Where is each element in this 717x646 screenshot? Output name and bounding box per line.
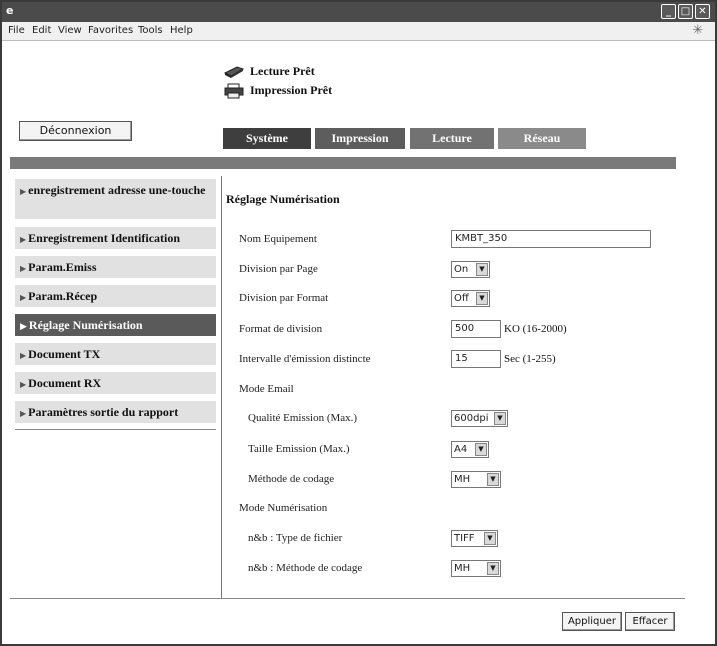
scan-mode-heading: Mode Numérisation [239,502,328,514]
chevron-down-icon[interactable]: ▼ [494,412,506,425]
email-quality-value: 600dpi [454,413,489,424]
menu-bar: File Edit View Favorites Tools Help ✳ [2,22,715,41]
sidebar-item-label: Document RX [28,376,102,390]
tab-reseau[interactable]: Réseau [498,128,586,149]
bw-coding-label: n&b : Méthode de codage [248,562,363,574]
split-format-value: Off [454,293,469,304]
tab-systeme[interactable]: Système [223,128,311,149]
email-coding-label: Méthode de codage [248,473,335,485]
device-name-input[interactable]: KMBT_350 [451,230,651,248]
sidebar-item-label: Param.Emiss [28,260,97,274]
browser-app-icon: e [6,4,14,17]
email-size-select[interactable]: A4 ▼ [451,441,489,458]
sidebar-item-label: Paramètres sortie du rapport [28,405,179,419]
menu-tools[interactable]: Tools [138,25,163,36]
split-page-select[interactable]: On ▼ [451,261,490,278]
footer-divider [10,598,685,599]
sidebar-item-param-recep[interactable]: ▶ Param.Récep [15,285,216,307]
email-coding-select[interactable]: MH ▼ [451,471,501,488]
menu-view[interactable]: View [58,25,82,36]
apply-button[interactable]: Appliquer [562,612,622,631]
windows-logo-icon: ✳ [692,23,704,38]
sidebar-item-scan-settings[interactable]: ▶ Réglage Numérisation [15,314,216,336]
header-divider [10,157,676,169]
tab-lecture[interactable]: Lecture [410,128,494,149]
triangle-right-icon: ▶ [20,409,27,418]
sidebar-divider [15,429,216,430]
chevron-down-icon[interactable]: ▼ [484,532,496,545]
sidebar-item-label: Enregistrement Identification [28,231,181,245]
triangle-right-icon: ▶ [20,351,27,360]
split-page-value: On [454,264,469,275]
email-coding-value: MH [454,474,471,485]
scanner-icon [223,66,245,78]
chevron-down-icon[interactable]: ▼ [476,292,488,305]
bw-coding-select[interactable]: MH ▼ [451,560,501,577]
triangle-right-icon: ▶ [20,322,27,332]
sidebar-item-report-output[interactable]: ▶ Paramètres sortie du rapport [15,401,216,423]
minimize-button[interactable]: _ [661,4,676,19]
split-format-label: Division par Format [239,292,329,304]
email-mode-heading: Mode Email [239,383,294,395]
device-name-label: Nom Equipement [239,233,317,245]
split-size-input[interactable]: 500 [451,320,501,338]
chevron-down-icon[interactable]: ▼ [475,443,487,456]
tab-impression[interactable]: Impression [315,128,405,149]
sidebar-item-one-touch[interactable]: ▶ enregistrement adresse une-touche [15,179,216,219]
maximize-button[interactable]: □ [678,4,693,19]
split-size-unit: KO (16-2000) [504,323,567,335]
triangle-right-icon: ▶ [20,264,27,273]
triangle-right-icon: ▶ [20,293,27,302]
logout-button[interactable]: Déconnexion [19,121,132,141]
printer-icon [224,83,244,99]
split-page-label: Division par Page [239,263,318,275]
print-status: Impression Prêt [250,83,333,97]
menu-file[interactable]: File [8,25,25,36]
sidebar-item-param-emiss[interactable]: ▶ Param.Emiss [15,256,216,278]
bw-filetype-value: TIFF [454,533,475,544]
menu-favorites[interactable]: Favorites [88,25,133,36]
email-quality-label: Qualité Emission (Max.) [248,412,358,424]
menu-edit[interactable]: Edit [32,25,51,36]
bw-filetype-label: n&b : Type de fichier [248,532,343,544]
sidebar-item-label: Document TX [28,347,101,361]
page-title: Réglage Numérisation [226,192,340,206]
interval-label: Intervalle d'émission distincte [239,353,371,365]
sidebar-item-label: enregistrement adresse une-touche [28,183,206,197]
content-divider [221,176,222,598]
sidebar-item-document-tx[interactable]: ▶ Document TX [15,343,216,365]
email-size-label: Taille Emission (Max.) [248,443,350,455]
sidebar-item-identification[interactable]: ▶ Enregistrement Identification [15,227,216,249]
email-quality-select[interactable]: 600dpi ▼ [451,410,508,427]
bw-coding-value: MH [454,563,471,574]
close-button[interactable]: ✕ [695,4,710,19]
interval-input[interactable]: 15 [451,350,501,368]
chevron-down-icon[interactable]: ▼ [487,562,499,575]
browser-window: e _ □ ✕ File Edit View Favorites Tools H… [0,0,717,646]
email-size-value: A4 [454,444,468,455]
triangle-right-icon: ▶ [20,380,27,389]
chevron-down-icon[interactable]: ▼ [487,473,499,486]
split-format-select[interactable]: Off ▼ [451,290,490,307]
title-bar: e _ □ ✕ [2,2,715,22]
interval-unit: Sec (1-255) [504,353,556,365]
clear-button[interactable]: Effacer [625,612,675,631]
triangle-right-icon: ▶ [20,187,27,196]
scan-status: Lecture Prêt [250,64,315,78]
sidebar-item-label: Réglage Numérisation [28,318,143,332]
sidebar-item-label: Param.Récep [28,289,98,303]
split-size-label: Format de division [239,323,323,335]
menu-help[interactable]: Help [170,25,193,36]
chevron-down-icon[interactable]: ▼ [476,263,488,276]
bw-filetype-select[interactable]: TIFF ▼ [451,530,498,547]
sidebar-item-document-rx[interactable]: ▶ Document RX [15,372,216,394]
triangle-right-icon: ▶ [20,235,27,244]
